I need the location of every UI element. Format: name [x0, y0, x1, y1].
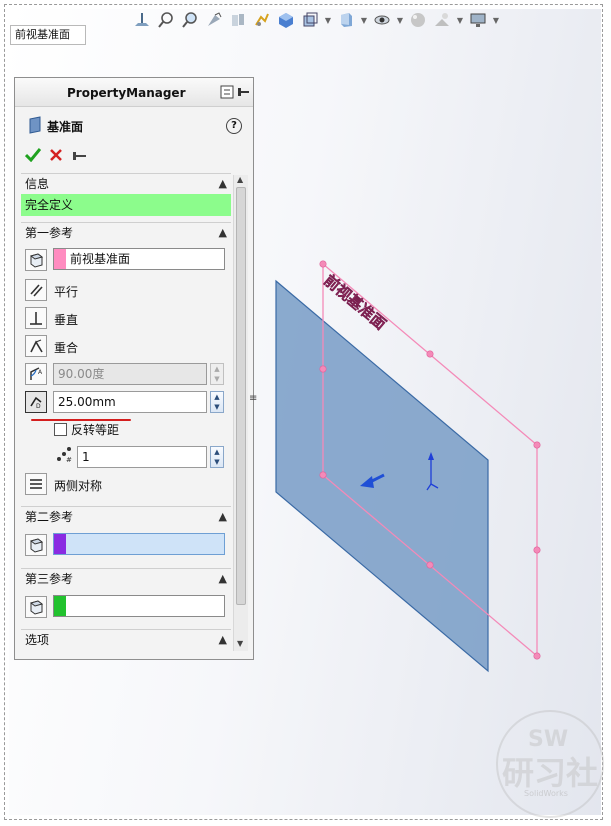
offset-distance-button[interactable]: D [25, 391, 47, 413]
ok-button[interactable] [24, 148, 42, 165]
section-view-icon[interactable] [228, 10, 248, 30]
mid-plane-label: 两侧对称 [54, 479, 103, 493]
second-reference-header[interactable]: 第二参考 ▲ [21, 506, 231, 526]
view-orientation-icon[interactable] [276, 10, 296, 30]
svg-text:#: # [66, 456, 72, 463]
plane-label: 前视基准面 [320, 271, 389, 333]
svg-text:D: D [36, 403, 41, 410]
keep-visible-pin-icon[interactable] [71, 150, 87, 164]
first-reference-selection[interactable]: 前视基准面 [53, 248, 225, 270]
hide-show-icon[interactable] [372, 10, 392, 30]
scroll-down-icon[interactable]: ▼ [237, 639, 243, 648]
chevron-down-icon[interactable]: ▼ [396, 16, 404, 25]
chevron-down-icon[interactable]: ▼ [324, 16, 332, 25]
options-group-header[interactable]: 选项 ▲ [21, 629, 231, 649]
plane-count-icon: # [55, 447, 73, 466]
perpendicular-label: 垂直 [54, 313, 79, 327]
watermark-cn: 研习社 [502, 754, 599, 792]
collapse-icon[interactable]: ▲ [219, 174, 227, 194]
chevron-down-icon[interactable]: ▼ [360, 16, 368, 25]
plane-feature-icon [27, 116, 43, 137]
first-reference-header[interactable]: 第一参考 ▲ [21, 222, 231, 242]
chevron-down-icon[interactable]: ▼ [456, 16, 464, 25]
help-icon[interactable]: ? [226, 118, 242, 134]
second-reference-selection[interactable] [53, 533, 225, 555]
angle-button[interactable]: A [25, 363, 47, 385]
first-reference-label: 第一参考 [25, 226, 74, 240]
previous-view-icon[interactable] [204, 10, 224, 30]
feature-title: 基准面 [47, 120, 84, 134]
chevron-down-icon[interactable]: ▼ [492, 16, 500, 25]
first-reference-value: 前视基准面 [70, 252, 131, 266]
coincident-button[interactable] [25, 335, 47, 357]
parallel-button[interactable] [25, 279, 47, 301]
reference-select-icon [25, 249, 47, 271]
first-reference-swatch [54, 249, 66, 269]
collapse-icon[interactable]: ▲ [219, 569, 227, 589]
dynamic-annotation-icon[interactable] [252, 10, 272, 30]
plane-count-spinner[interactable]: ▲ ▼ [210, 446, 224, 468]
status-message: 完全定义 [21, 194, 231, 216]
mid-plane-button[interactable] [25, 473, 47, 495]
panel-resize-handle[interactable]: ≡ [249, 393, 257, 404]
view-orientation-more-icon[interactable] [300, 10, 320, 30]
second-reference-swatch [54, 534, 66, 554]
property-manager-panel: PropertyManager 基准面 ? ▲ ▼ 信息 ▲ 完全定义 第一参考… [14, 77, 257, 660]
third-reference-swatch [54, 596, 66, 616]
coincident-label: 重合 [54, 341, 79, 355]
collapse-icon[interactable]: ▲ [219, 223, 227, 243]
angle-spinner[interactable]: ▲ ▼ [210, 363, 224, 385]
options-group-label: 选项 [25, 633, 50, 647]
normal-to-icon[interactable] [132, 10, 152, 30]
plane-count-input[interactable]: 1 [77, 446, 207, 468]
view-settings-icon[interactable] [468, 10, 488, 30]
display-style-icon[interactable] [336, 10, 356, 30]
reference-select-icon [25, 596, 47, 618]
scroll-up-icon[interactable]: ▲ [237, 175, 243, 184]
pm-title: PropertyManager [67, 86, 186, 100]
info-group-header[interactable]: 信息 ▲ [21, 173, 231, 193]
collapse-icon[interactable]: ▲ [219, 507, 227, 527]
zoom-fit-icon[interactable] [156, 10, 176, 30]
apply-scene-icon[interactable] [432, 10, 452, 30]
offset-distance-spinner[interactable]: ▲ ▼ [210, 391, 224, 413]
edit-appearance-icon[interactable] [408, 10, 428, 30]
pm-pin-icon[interactable] [219, 84, 251, 103]
zoom-area-icon[interactable] [180, 10, 200, 30]
reference-select-icon [25, 534, 47, 556]
offset-distance-input[interactable]: 25.00mm [53, 391, 207, 413]
watermark-small: SolidWorks [524, 789, 568, 798]
svg-text:A: A [38, 369, 43, 376]
flip-offset-checkbox[interactable] [54, 423, 67, 436]
third-reference-header[interactable]: 第三参考 ▲ [21, 568, 231, 588]
collapse-icon[interactable]: ▲ [219, 630, 227, 650]
third-reference-label: 第三参考 [25, 572, 74, 586]
scroll-thumb[interactable] [236, 187, 246, 605]
info-group-label: 信息 [25, 177, 50, 191]
heads-up-toolbar: ▼ ▼ ▼ ▼ ▼ [132, 8, 500, 32]
second-reference-label: 第二参考 [25, 510, 74, 524]
cancel-button[interactable] [49, 148, 63, 165]
perpendicular-button[interactable] [25, 307, 47, 329]
pm-scrollbar[interactable]: ▲ ▼ [233, 175, 248, 651]
third-reference-selection[interactable] [53, 595, 225, 617]
flip-offset-label: 反转等距 [71, 423, 120, 437]
selection-breadcrumb[interactable]: 前视基准面 [10, 25, 86, 45]
angle-input[interactable]: 90.00度 [53, 363, 207, 385]
parallel-label: 平行 [54, 285, 79, 299]
pm-header: PropertyManager [15, 78, 253, 107]
